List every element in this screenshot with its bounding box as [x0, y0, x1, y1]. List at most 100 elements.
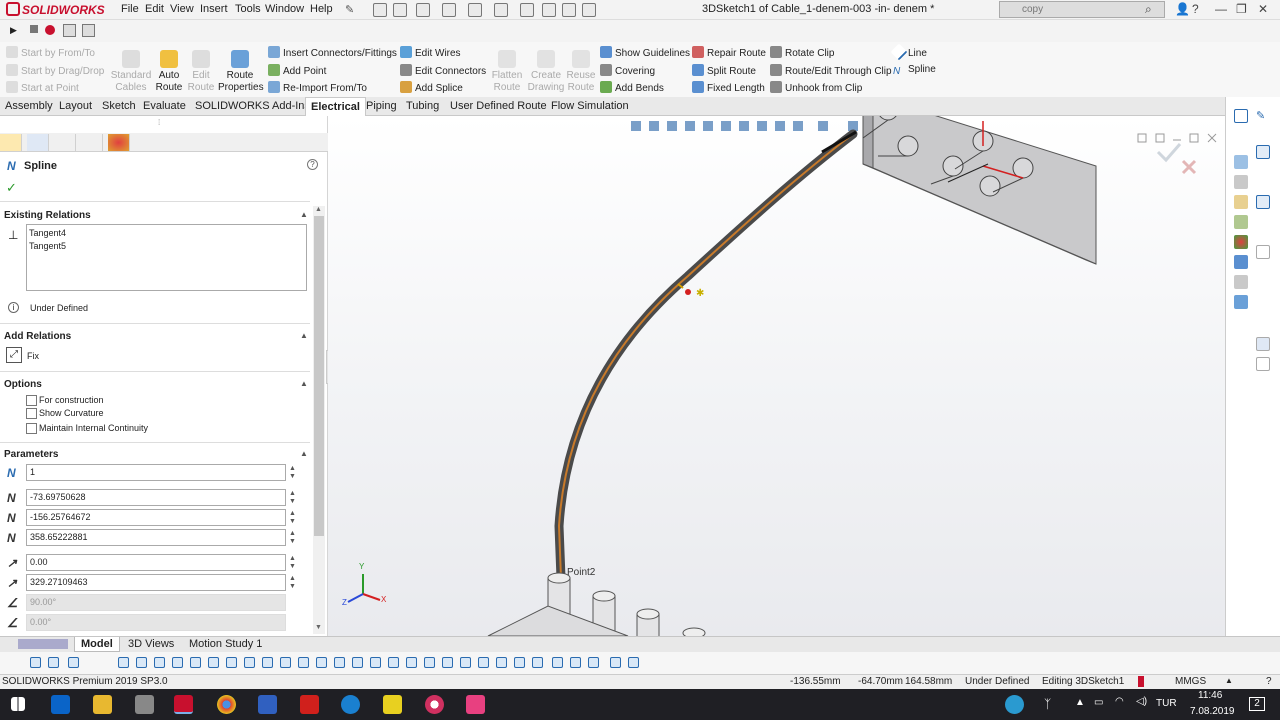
model-view[interactable]: ✱ — [328, 116, 1225, 636]
collapse-icon[interactable]: ▲ — [300, 449, 308, 458]
scroll-down-icon[interactable]: ▼ — [315, 624, 322, 631]
spin-buttons[interactable]: ▲ ▼ — [289, 490, 296, 506]
relations-list[interactable]: Tangent4 Tangent5 — [26, 224, 307, 291]
chrome-icon[interactable] — [217, 695, 236, 714]
print-icon[interactable] — [468, 3, 482, 17]
tab-assembly[interactable]: Assembly — [0, 97, 58, 116]
shaded-sketch-icon[interactable] — [610, 657, 621, 668]
reimport-from-to-button[interactable]: Re-Import From/To — [268, 81, 367, 94]
z-coordinate-input[interactable]: 358.65222881 — [26, 529, 286, 546]
sketch-icon[interactable]: ✎ — [1256, 109, 1270, 123]
y-coordinate-input[interactable]: -156.25764672 — [26, 509, 286, 526]
spin-buttons[interactable]: ▲ ▼ — [289, 530, 296, 546]
drag-handle[interactable]: ⁞ — [158, 118, 160, 127]
add-splice-button[interactable]: Add Splice — [400, 81, 463, 94]
reuse-route-button[interactable]: Reuse Route — [566, 50, 596, 94]
concentric-icon[interactable] — [298, 657, 309, 668]
merge-icon[interactable] — [352, 657, 363, 668]
file-explorer-icon[interactable] — [93, 695, 112, 714]
solidworks-taskbar-icon[interactable] — [174, 695, 193, 714]
routing-library-icon[interactable] — [1234, 295, 1248, 309]
sketch-point-icon[interactable] — [118, 657, 129, 668]
pointer-icon[interactable] — [68, 657, 79, 668]
along-z-icon[interactable] — [424, 657, 435, 668]
show-curvature-checkbox[interactable] — [26, 408, 37, 419]
tangent-icon[interactable] — [208, 657, 219, 668]
spline-point-marker[interactable]: ✱ — [677, 283, 704, 299]
rotate-view-icon[interactable] — [1234, 109, 1248, 123]
document-viewer-icon[interactable] — [258, 695, 277, 714]
repair-sketch-icon[interactable] — [588, 657, 599, 668]
x-coordinate-input[interactable]: -73.69750628 — [26, 489, 286, 506]
curvature-icon[interactable] — [514, 657, 525, 668]
tray-chevron-icon[interactable]: ▲ — [1075, 697, 1085, 708]
tab-tubing[interactable]: Tubing — [401, 97, 444, 116]
media-icon[interactable] — [466, 695, 485, 714]
menu-edit[interactable]: Edit — [145, 3, 164, 15]
vertical-relation-icon[interactable] — [136, 657, 147, 668]
scrollbar[interactable]: ▲ ▼ — [313, 206, 325, 634]
appearances-icon[interactable] — [1234, 235, 1248, 249]
windows-start-icon[interactable] — [11, 697, 25, 711]
paint-icon[interactable] — [425, 695, 444, 714]
file-explorer-icon[interactable] — [1234, 195, 1248, 209]
auto-route-button[interactable]: Auto Route — [154, 50, 184, 94]
user-icon[interactable]: 👤 — [1175, 2, 1190, 16]
add-point-button[interactable]: Add Point — [268, 64, 326, 77]
coradial-icon[interactable] — [478, 657, 489, 668]
select-filter-icon[interactable] — [48, 657, 59, 668]
search-input[interactable]: copy — [999, 1, 1165, 18]
wifi-icon[interactable]: ◠ — [1115, 696, 1124, 707]
feature-manager-tab[interactable] — [0, 134, 22, 151]
filter-icon[interactable] — [30, 657, 41, 668]
delete-relation-icon[interactable] — [552, 657, 563, 668]
display-relations-icon[interactable] — [1256, 357, 1270, 371]
base-components[interactable] — [487, 572, 706, 636]
open-icon[interactable] — [416, 3, 430, 17]
record-icon[interactable] — [45, 25, 55, 35]
tangent-weighting-2-input[interactable]: 329.27109463 — [26, 574, 286, 591]
spline-route[interactable] — [557, 133, 854, 579]
undo-icon[interactable] — [494, 3, 508, 17]
app-icon[interactable] — [135, 695, 154, 714]
file-properties-icon[interactable] — [562, 3, 576, 17]
clock-date[interactable]: 7.08.2019 — [1190, 706, 1235, 717]
tab-piping[interactable]: Piping — [361, 97, 402, 116]
midpoint-icon[interactable] — [190, 657, 201, 668]
tab-motion-study[interactable]: Motion Study 1 — [183, 637, 268, 652]
tab-model[interactable]: Model — [74, 637, 120, 652]
macro-icon[interactable] — [63, 24, 76, 37]
cable[interactable] — [554, 129, 858, 583]
solidworks-logo[interactable]: SOLIDWORKS — [6, 2, 105, 17]
standard-cables-button[interactable]: Standard Cables — [110, 50, 152, 94]
on-plane-icon[interactable] — [442, 657, 453, 668]
sketch-picture-icon[interactable] — [628, 657, 639, 668]
spline-point-number-input[interactable]: 1 — [26, 464, 286, 481]
fix-relation-icon[interactable] — [316, 657, 327, 668]
tab-addins[interactable]: SOLIDWORKS Add-Ins — [190, 97, 315, 116]
restore-icon[interactable]: ❐ — [1236, 2, 1247, 16]
view-palette-icon[interactable] — [1234, 215, 1248, 229]
confirmation-corner[interactable] — [1156, 143, 1197, 175]
menu-tools[interactable]: Tools — [235, 3, 261, 15]
fix-icon[interactable]: ⤢ — [6, 347, 22, 363]
along-x-icon[interactable] — [388, 657, 399, 668]
rebuild-icon[interactable] — [1138, 676, 1144, 687]
fixed-length-button[interactable]: Fixed Length — [692, 81, 765, 94]
property-manager-tab[interactable] — [27, 134, 49, 151]
tab-user-defined-route[interactable]: User Defined Route — [445, 97, 552, 116]
save-icon[interactable] — [442, 3, 456, 17]
tab-electrical[interactable]: Electrical — [305, 97, 366, 116]
rebuild-icon[interactable] — [542, 3, 556, 17]
symmetric-icon[interactable] — [334, 657, 345, 668]
horizontal-relation-icon[interactable] — [154, 657, 165, 668]
language-indicator[interactable]: TUR — [1156, 698, 1177, 709]
display-delete-icon[interactable] — [570, 657, 581, 668]
collapse-icon[interactable]: ▲ — [300, 210, 308, 219]
add-bends-button[interactable]: Add Bends — [600, 81, 664, 94]
tab-scroll-arrows[interactable] — [18, 639, 68, 649]
rotate-clip-button[interactable]: Rotate Clip — [770, 46, 834, 59]
viewport-window-controls[interactable] — [1137, 133, 1217, 143]
custom-properties-icon[interactable] — [1234, 255, 1248, 269]
home-icon[interactable] — [373, 3, 387, 17]
